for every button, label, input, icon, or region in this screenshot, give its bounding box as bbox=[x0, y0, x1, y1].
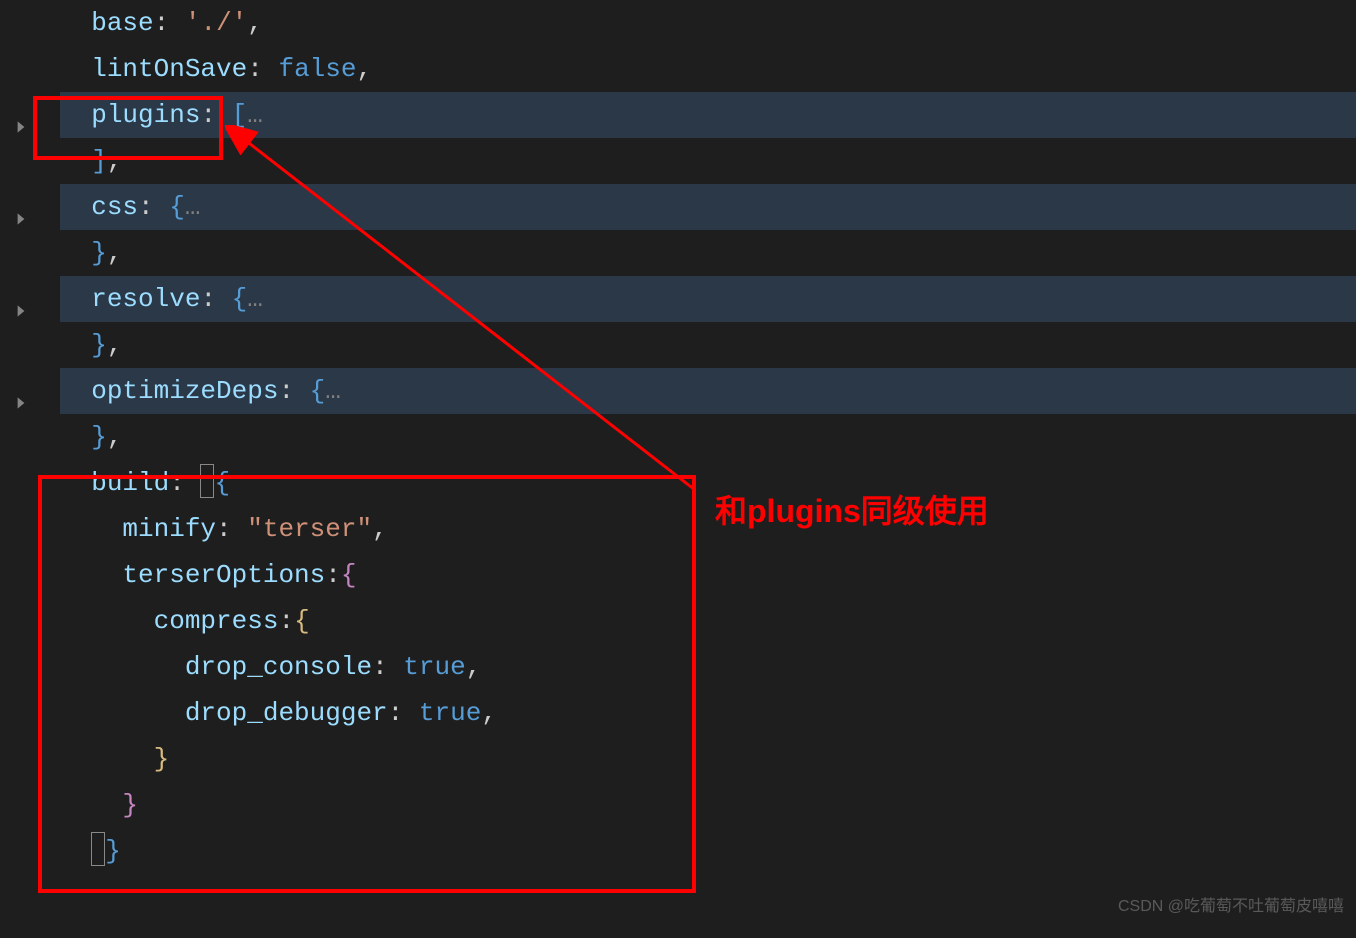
code-line: drop_console: true, bbox=[60, 644, 1356, 690]
code-line-folded: plugins: [… bbox=[60, 92, 1356, 138]
code-line: compress:{ bbox=[60, 598, 1356, 644]
code-line: minify: "terser", bbox=[60, 506, 1356, 552]
code-line: }, bbox=[60, 322, 1356, 368]
bracket-match-box bbox=[91, 832, 105, 866]
code-line: }, bbox=[60, 230, 1356, 276]
prop-key: lintOnSave bbox=[91, 54, 247, 84]
bool-value: true bbox=[403, 652, 465, 682]
code-editor[interactable]: base: './', lintOnSave: false, plugins: … bbox=[0, 0, 1356, 920]
prop-key: drop_debugger bbox=[185, 698, 388, 728]
fold-ellipsis[interactable]: … bbox=[247, 284, 263, 314]
code-line: } bbox=[60, 736, 1356, 782]
prop-key: build bbox=[91, 468, 169, 498]
prop-key: compress bbox=[154, 606, 279, 636]
fold-ellipsis[interactable]: … bbox=[185, 192, 201, 222]
code-line-folded: css: {… bbox=[60, 184, 1356, 230]
string-value: './' bbox=[185, 8, 247, 38]
code-line: ], bbox=[60, 138, 1356, 184]
chevron-right-icon[interactable] bbox=[12, 198, 30, 216]
watermark: CSDN @吃葡萄不吐葡萄皮嘻嘻 bbox=[1118, 884, 1344, 930]
code-line: terserOptions:{ bbox=[60, 552, 1356, 598]
prop-key: resolve bbox=[91, 284, 200, 314]
chevron-right-icon[interactable] bbox=[12, 106, 30, 124]
code-line: lintOnSave: false, bbox=[60, 46, 1356, 92]
code-line: build: { bbox=[60, 460, 1356, 506]
prop-key: base bbox=[91, 8, 153, 38]
code-line: } bbox=[60, 782, 1356, 828]
code-line: drop_debugger: true, bbox=[60, 690, 1356, 736]
chevron-right-icon[interactable] bbox=[12, 382, 30, 400]
prop-key: terserOptions bbox=[122, 560, 325, 590]
code-line-folded: resolve: {… bbox=[60, 276, 1356, 322]
string-value: "terser" bbox=[247, 514, 372, 544]
fold-ellipsis[interactable]: … bbox=[325, 376, 341, 406]
code-line: } bbox=[60, 828, 1356, 874]
bracket-match-box bbox=[200, 464, 214, 498]
code-line: }, bbox=[60, 414, 1356, 460]
prop-key: optimizeDeps bbox=[91, 376, 278, 406]
prop-key: minify bbox=[122, 514, 216, 544]
prop-key: plugins bbox=[91, 100, 200, 130]
fold-ellipsis[interactable]: … bbox=[247, 100, 263, 130]
prop-key: css bbox=[91, 192, 138, 222]
code-line: base: './', bbox=[60, 0, 1356, 46]
code-line-folded: optimizeDeps: {… bbox=[60, 368, 1356, 414]
annotation-label: 和plugins同级使用 bbox=[715, 488, 989, 534]
bool-value: false bbox=[278, 54, 356, 84]
prop-key: drop_console bbox=[185, 652, 372, 682]
chevron-right-icon[interactable] bbox=[12, 290, 30, 308]
bool-value: true bbox=[419, 698, 481, 728]
